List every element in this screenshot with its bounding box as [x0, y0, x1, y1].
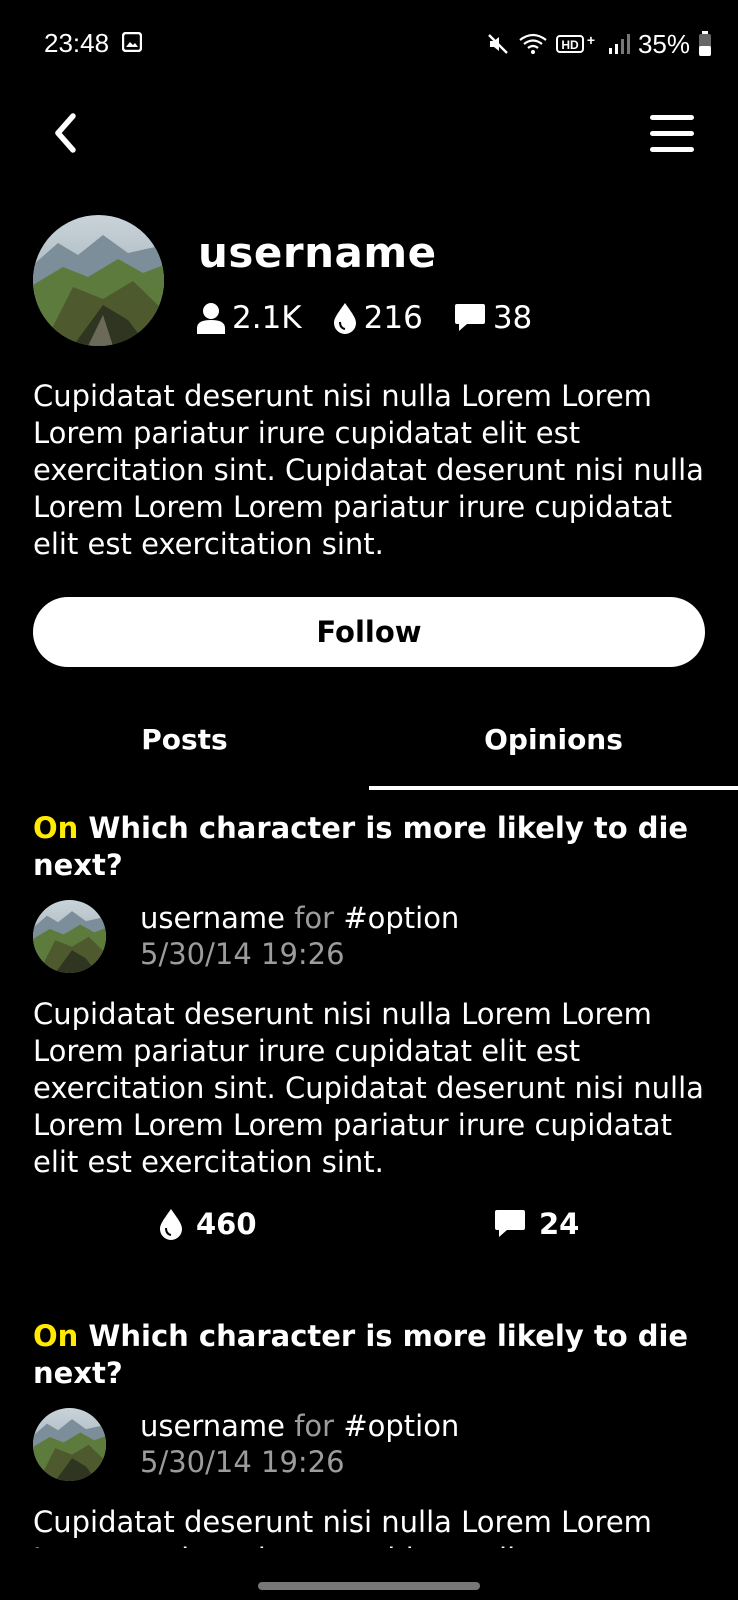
home-indicator[interactable]: [258, 1582, 480, 1590]
profile-stats: 2.1K 216 38: [196, 296, 562, 340]
author-row: username for #option 5/30/14 19:26: [33, 900, 713, 982]
tab-opinions[interactable]: Opinions: [369, 690, 738, 788]
follow-button[interactable]: Follow: [33, 597, 705, 667]
gallery-icon: [122, 32, 142, 52]
opinion-timestamp: 5/30/14 19:26: [140, 1445, 345, 1479]
followers-stat: 2.1K: [196, 300, 302, 336]
option-tag[interactable]: #option: [343, 901, 459, 935]
profile-bio: Cupidatat deserunt nisi nulla Lorem Lore…: [33, 379, 704, 561]
opinion-title[interactable]: On Which character is more likely to die…: [33, 810, 713, 884]
opinion-drops-button[interactable]: 460: [158, 1207, 257, 1241]
author-line: username for #option: [140, 1408, 459, 1444]
author-line: username for #option: [140, 900, 459, 936]
opinion-card[interactable]: On Which character is more likely to die…: [33, 810, 713, 1257]
menu-button[interactable]: [648, 110, 696, 158]
battery-icon: [699, 31, 711, 56]
signal-icon: [608, 34, 630, 54]
for-label: for: [294, 1409, 335, 1443]
status-time: 23:48: [44, 28, 110, 58]
opinion-card[interactable]: On Which character is more likely to die…: [33, 1318, 713, 1578]
author-row: username for #option 5/30/14 19:26: [33, 1408, 713, 1490]
author-username[interactable]: username: [140, 901, 285, 935]
drops-stat: 216: [332, 300, 423, 336]
for-label: for: [294, 901, 335, 935]
drop-icon: [333, 303, 356, 334]
profile-tabs: Posts Opinions: [0, 690, 738, 790]
mute-icon: [488, 34, 508, 54]
opinion-comments-count: 24: [539, 1207, 580, 1241]
profile-avatar[interactable]: [33, 215, 164, 346]
on-label: On: [33, 811, 79, 845]
svg-text:+: +: [587, 32, 595, 48]
status-bar: 23:48 HD + 35%: [0, 0, 738, 90]
author-username[interactable]: username: [140, 1409, 285, 1443]
opinion-stats: 460 24: [33, 1197, 713, 1257]
opinion-body: Cupidatat deserunt nisi nulla Lorem Lore…: [33, 997, 704, 1179]
comment-icon: [454, 304, 485, 331]
bottom-gesture-area: [0, 1548, 738, 1600]
drops-count: 216: [363, 300, 423, 336]
comment-icon: [495, 1210, 525, 1237]
drop-icon: [160, 1209, 182, 1240]
battery-percent: 35%: [637, 28, 690, 59]
opinion-title[interactable]: On Which character is more likely to die…: [33, 1318, 713, 1392]
wifi-icon: [519, 33, 547, 54]
question-text: Which character is more likely to die ne…: [33, 811, 689, 882]
status-icons: HD + 35%: [486, 26, 712, 62]
opinion-drops-count: 460: [196, 1207, 257, 1241]
active-tab-indicator: [369, 786, 738, 790]
opinion-timestamp: 5/30/14 19:26: [140, 937, 345, 971]
profile-username: username: [198, 228, 437, 277]
author-avatar[interactable]: [33, 900, 106, 973]
tab-posts[interactable]: Posts: [0, 690, 369, 788]
option-tag[interactable]: #option: [343, 1409, 459, 1443]
on-label: On: [33, 1319, 79, 1353]
svg-text:HD: HD: [561, 38, 579, 52]
comments-stat: 38: [453, 300, 532, 336]
question-text: Which character is more likely to die ne…: [33, 1319, 689, 1390]
opinion-comments-button[interactable]: 24: [493, 1207, 579, 1241]
hd-plus-icon: HD +: [555, 32, 595, 53]
author-avatar[interactable]: [33, 1408, 106, 1481]
person-icon: [197, 303, 225, 334]
comments-count: 38: [492, 300, 533, 336]
followers-count: 2.1K: [232, 300, 302, 336]
back-button[interactable]: [44, 108, 90, 158]
